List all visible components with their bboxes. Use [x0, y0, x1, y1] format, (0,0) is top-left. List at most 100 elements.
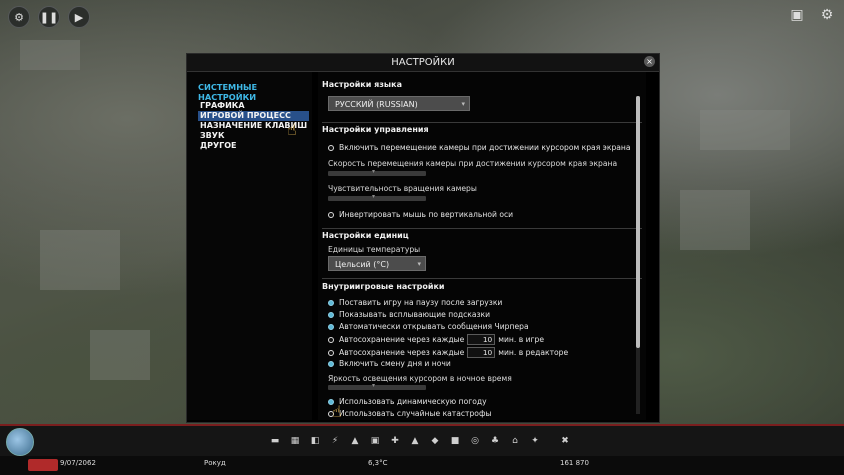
autosave-game-input[interactable]: 10 [467, 334, 496, 345]
weather-label: Использовать динамическую погоду [339, 397, 487, 406]
pause-on-load-label: Поставить игру на паузу после загрузки [339, 298, 503, 307]
edge-speed-label: Скорость перемещения камеры при достижен… [328, 159, 618, 168]
invert-y-label: Инвертировать мышь по вертикальной оси [339, 210, 514, 219]
disasters-label: Использовать случайные катастрофы [339, 409, 492, 418]
autosave-editor-label: Автосохранение через каждые [339, 348, 465, 357]
settings-content: Настройки языка РУССКИЙ (RUSSIAN) ▾ Наст… [318, 72, 646, 420]
checkbox-indicator [328, 311, 334, 318]
checkbox-indicator [328, 299, 334, 306]
temp-units-value: Цельсий (°C) [335, 260, 390, 269]
section-ingame-title: Внутриигровые настройки [322, 282, 445, 291]
toolbar-border [0, 424, 844, 426]
chirper-label: Автоматически открывать сообщения Чирпер… [339, 322, 529, 331]
close-icon[interactable]: × [644, 56, 655, 67]
night-brightness-slider[interactable] [328, 382, 426, 390]
edge-scroll-label: Включить перемещение камеры при достижен… [339, 143, 631, 152]
top-right-controls: ▣ ⚙ [786, 5, 838, 25]
education-tool-icon[interactable]: ■ [450, 436, 460, 446]
building [40, 230, 120, 290]
content-scrollbar[interactable] [636, 96, 640, 414]
night-brightness-label: Яркость освещения курсором в ночное врем… [328, 374, 512, 383]
bulldozer-tool-icon[interactable]: ✖ [560, 436, 570, 446]
chevron-down-icon: ▾ [461, 100, 465, 108]
scrollbar-thumb[interactable] [636, 96, 640, 348]
district-name: Рокуд [204, 459, 226, 467]
building [700, 110, 790, 150]
tooltips-label: Показывать всплывающие подсказки [339, 310, 491, 319]
health-tool-icon[interactable]: ✚ [390, 436, 400, 446]
divider [322, 228, 642, 229]
checkbox-indicator [328, 360, 334, 367]
tooltips-checkbox[interactable]: Показывать всплывающие подсказки [328, 310, 490, 319]
building [20, 40, 80, 70]
play-icon[interactable]: ▶ [68, 6, 90, 28]
checkbox-indicator [328, 323, 334, 330]
temp-units-dropdown[interactable]: Цельсий (°C) ▾ [328, 256, 426, 271]
gear-icon[interactable]: ⚙ [816, 5, 838, 25]
checkbox-indicator [328, 349, 334, 356]
sidebar-item-graphics[interactable]: ГРАФИКА [198, 101, 309, 111]
checkbox-indicator [328, 336, 334, 343]
section-units-title: Настройки единиц [322, 231, 409, 240]
divider [322, 278, 642, 279]
autosave-game-label: Автосохранение через каждые [339, 335, 465, 344]
divider [322, 122, 642, 123]
checkbox-indicator [328, 211, 334, 218]
population-readout: 161 870 [560, 459, 589, 467]
hand-pointer-icon: ☝ [287, 120, 297, 139]
pause-icon[interactable]: ❚❚ [38, 6, 60, 28]
autosave-game-unit: мин. в игре [498, 335, 545, 344]
game-date: 9/07/2062 [60, 459, 96, 467]
autosave-game-checkbox[interactable]: Автосохранение через каждые 10 мин. в иг… [328, 334, 544, 345]
monuments-tool-icon[interactable]: ✦ [530, 436, 540, 446]
zoning-tool-icon[interactable]: ▦ [290, 436, 300, 446]
edge-speed-slider[interactable] [328, 168, 426, 176]
weather-checkbox[interactable]: Использовать динамическую погоду [328, 397, 487, 406]
settings-dialog: НАСТРОЙКИ × СИСТЕМНЫЕ НАСТРОЙКИ ГРАФИКА … [186, 53, 660, 423]
dialog-titlebar: НАСТРОЙКИ × [187, 54, 659, 72]
disasters-checkbox[interactable]: Использовать случайные катастрофы [328, 409, 491, 418]
daynight-checkbox[interactable]: Включить смену дня и ночи [328, 359, 451, 368]
parks-tool-icon[interactable]: ♣ [490, 436, 500, 446]
building [680, 190, 750, 250]
checkbox-indicator [328, 144, 334, 151]
speed-indicator [28, 459, 58, 471]
language-value: РУССКИЙ (RUSSIAN) [335, 100, 418, 109]
chirper-checkbox[interactable]: Автоматически открывать сообщения Чирпер… [328, 322, 529, 331]
invert-y-checkbox[interactable]: Инвертировать мышь по вертикальной оси [328, 210, 513, 219]
chevron-down-icon: ▾ [417, 260, 421, 268]
water-tool-icon[interactable]: ▲ [350, 436, 360, 446]
sidebar-header: СИСТЕМНЫЕ НАСТРОЙКИ [198, 82, 258, 102]
rotation-slider[interactable] [328, 193, 426, 201]
rotation-label: Чувствительность вращения камеры [328, 184, 477, 193]
dialog-title: НАСТРОЙКИ [391, 57, 455, 68]
police-tool-icon[interactable]: ◆ [430, 436, 440, 446]
unique-buildings-tool-icon[interactable]: ⌂ [510, 436, 520, 446]
language-dropdown[interactable]: РУССКИЙ (RUSSIAN) ▾ [328, 96, 470, 111]
edge-scroll-checkbox[interactable]: Включить перемещение камеры при достижен… [328, 143, 631, 152]
section-language-title: Настройки языка [322, 80, 402, 89]
camera-icon[interactable]: ▣ [786, 5, 808, 25]
globe-icon[interactable] [6, 428, 34, 456]
building [90, 330, 150, 380]
sidebar-item-misc[interactable]: ДРУГОЕ [198, 141, 309, 151]
transport-tool-icon[interactable]: ◎ [470, 436, 480, 446]
hand-pointer-icon: ☝ [332, 402, 342, 420]
temperature-readout: 6,3°C [368, 459, 388, 467]
autosave-editor-input[interactable]: 10 [467, 347, 496, 358]
fire-tool-icon[interactable]: ▲ [410, 436, 420, 446]
garbage-tool-icon[interactable]: ▣ [370, 436, 380, 446]
autosave-editor-unit: мин. в редакторе [498, 348, 569, 357]
daynight-label: Включить смену дня и ночи [339, 359, 451, 368]
electricity-tool-icon[interactable]: ⚡ [330, 436, 340, 446]
autosave-editor-checkbox[interactable]: Автосохранение через каждые 10 мин. в ре… [328, 347, 568, 358]
pause-on-load-checkbox[interactable]: Поставить игру на паузу после загрузки [328, 298, 502, 307]
temp-units-label: Единицы температуры [328, 245, 421, 254]
top-left-controls: ⚙ ❚❚ ▶ [8, 6, 90, 28]
game-toolbar: ▬ ▦ ◧ ⚡ ▲ ▣ ✚ ▲ ◆ ■ ◎ ♣ ⌂ ✦ ✖ 9/07/2062 … [0, 424, 844, 475]
status-row: 9/07/2062 Рокуд 6,3°C 161 870 [0, 456, 844, 475]
road-tool-icon[interactable]: ▬ [270, 436, 280, 446]
section-controls-title: Настройки управления [322, 125, 429, 134]
gear-icon[interactable]: ⚙ [8, 6, 30, 28]
district-tool-icon[interactable]: ◧ [310, 436, 320, 446]
